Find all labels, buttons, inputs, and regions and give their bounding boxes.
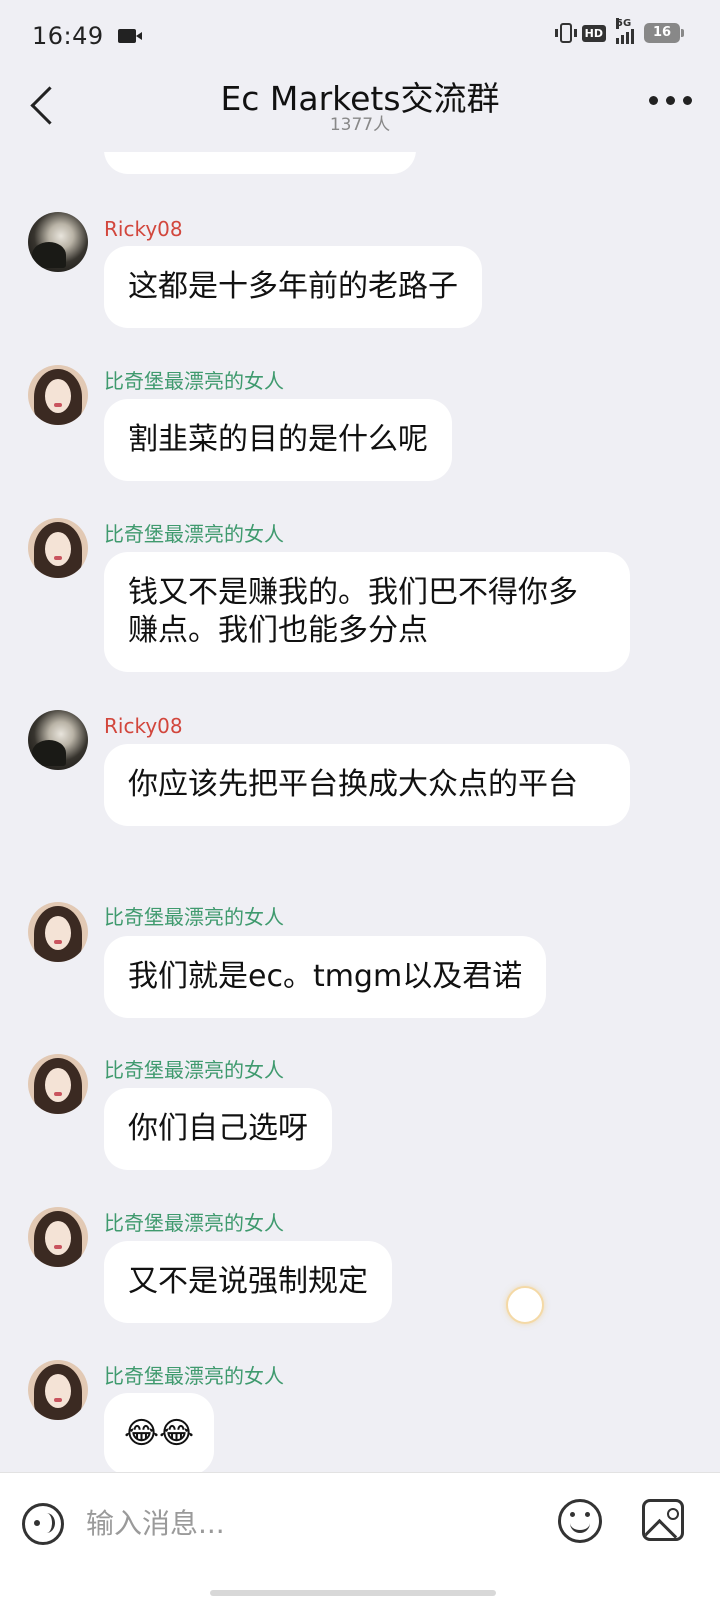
sender-name: 比奇堡最漂亮的女人 — [104, 1058, 284, 1082]
message-bubble-partial[interactable] — [104, 152, 416, 174]
avatar[interactable] — [28, 1054, 88, 1114]
message-bubble[interactable]: 钱又不是赚我的。我们巴不得你多赚点。我们也能多分点 — [104, 552, 630, 672]
signal-icon: 5G — [616, 18, 634, 44]
sender-name: 比奇堡最漂亮的女人 — [104, 522, 284, 546]
battery-icon: 16 — [644, 23, 684, 43]
chat-header: Ec Markets交流群 1377人 — [0, 72, 720, 152]
sender-name: 比奇堡最漂亮的女人 — [104, 1211, 284, 1235]
message-bubble[interactable]: 又不是说强制规定 — [104, 1241, 392, 1323]
avatar[interactable] — [28, 710, 88, 770]
input-bar: 输入消息... — [0, 1472, 720, 1600]
avatar[interactable] — [28, 1207, 88, 1267]
message-bubble[interactable]: 你应该先把平台换成大众点的平台 — [104, 744, 630, 826]
emoji-icon[interactable] — [558, 1499, 602, 1543]
message-bubble[interactable]: 这都是十多年前的老路子 — [104, 246, 482, 328]
message-list[interactable]: Ricky08 这都是十多年前的老路子 比奇堡最漂亮的女人 割韭菜的目的是什么呢… — [0, 152, 720, 1502]
network-type: 5G — [616, 18, 632, 29]
sender-name: Ricky08 — [104, 714, 183, 738]
sender-name: 比奇堡最漂亮的女人 — [104, 1364, 284, 1388]
voice-icon[interactable] — [22, 1503, 64, 1545]
avatar[interactable] — [28, 902, 88, 962]
message-bubble[interactable]: 😂😂 — [104, 1393, 215, 1475]
home-indicator[interactable] — [210, 1590, 496, 1596]
sender-name: 比奇堡最漂亮的女人 — [104, 369, 284, 393]
message-bubble[interactable]: 你们自己选呀 — [104, 1088, 332, 1170]
message-bubble[interactable]: 我们就是ec。tmgm以及君诺 — [104, 936, 547, 1018]
sender-name: 比奇堡最漂亮的女人 — [104, 905, 284, 929]
avatar[interactable] — [28, 1360, 88, 1420]
avatar[interactable] — [28, 212, 88, 272]
vibrate-icon — [554, 23, 577, 43]
member-count: 1377人 — [329, 115, 391, 135]
avatar[interactable] — [28, 365, 88, 425]
image-icon[interactable] — [642, 1499, 684, 1541]
screen-record-icon — [117, 29, 142, 43]
message-bubble[interactable]: 割韭菜的目的是什么呢 — [104, 399, 452, 481]
status-bar: 16:49 HD 5G 16 — [0, 0, 720, 72]
floating-assist-button[interactable] — [506, 1286, 544, 1324]
sender-name: Ricky08 — [104, 217, 183, 241]
avatar[interactable] — [28, 518, 88, 578]
status-time: 16:49 — [32, 22, 104, 50]
more-dots-icon[interactable] — [649, 96, 692, 105]
message-input[interactable]: 输入消息... — [86, 1501, 526, 1547]
status-icons: HD 5G 16 — [554, 18, 684, 44]
hd-badge: HD — [581, 24, 606, 42]
